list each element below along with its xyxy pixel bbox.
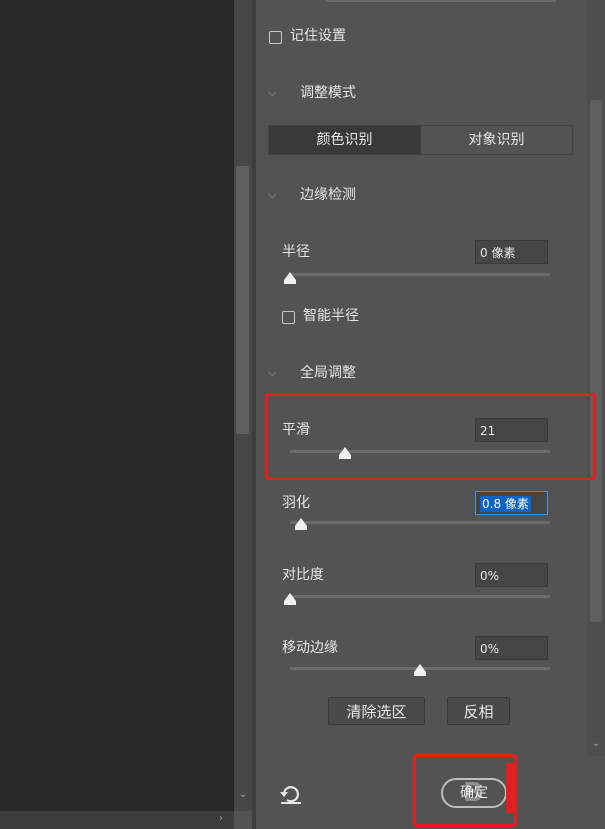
- radius-slider-knob-base[interactable]: [284, 280, 296, 284]
- feather-slider-knob-base[interactable]: [295, 526, 307, 530]
- clear-selection-button[interactable]: 清除选区: [328, 697, 425, 725]
- chevron-down-icon[interactable]: ⌵: [268, 186, 276, 204]
- feather-label: 羽化: [282, 495, 310, 511]
- radius-slider-track[interactable]: [290, 273, 550, 276]
- smart-radius-checkbox[interactable]: [282, 311, 295, 324]
- shift-edge-input[interactable]: 0%: [475, 636, 548, 660]
- reset-icon[interactable]: [279, 784, 303, 806]
- chevron-down-icon[interactable]: ⌵: [268, 84, 276, 102]
- scroll-right-arrow-icon[interactable]: ›: [214, 813, 228, 827]
- highlight-box-ok: [413, 754, 517, 827]
- panel-scroll-thumb[interactable]: [590, 100, 602, 622]
- panel-divider: [252, 0, 256, 829]
- radius-label: 半径: [282, 244, 310, 260]
- radius-input[interactable]: 0 像素: [475, 240, 548, 264]
- remember-settings-label: 记住设置: [290, 28, 346, 44]
- contrast-label: 对比度: [282, 567, 324, 583]
- smart-radius-label: 智能半径: [303, 308, 359, 324]
- section-title-edge-detection[interactable]: 边缘检测: [300, 186, 356, 204]
- radius-slider-knob[interactable]: [284, 272, 296, 280]
- segment-color-aware[interactable]: 颜色识别: [269, 126, 420, 154]
- segment-object-aware[interactable]: 对象识别: [420, 126, 572, 154]
- shift-edge-slider-knob-base[interactable]: [414, 672, 426, 676]
- chevron-down-icon[interactable]: ⌵: [268, 364, 276, 382]
- canvas-horizontal-scrollbar[interactable]: [0, 811, 234, 829]
- section-title-global-refine[interactable]: 全局调整: [300, 364, 356, 382]
- remember-settings-checkbox[interactable]: [269, 31, 282, 44]
- feather-selected-value: 0.8 像素: [480, 496, 531, 512]
- invert-button[interactable]: 反相: [447, 697, 510, 725]
- contrast-slider-knob-base[interactable]: [284, 601, 296, 605]
- canvas-scroll-thumb[interactable]: [236, 166, 249, 434]
- contrast-slider-track[interactable]: [290, 595, 550, 598]
- highlight-box-smooth: [265, 393, 596, 480]
- feather-input[interactable]: 0.8 像素: [475, 491, 548, 515]
- adjust-mode-segmented-control[interactable]: 颜色识别 对象识别: [268, 125, 573, 155]
- scroll-down-arrow-icon[interactable]: ⌄: [236, 789, 250, 803]
- scroll-down-arrow-icon[interactable]: ⌄: [589, 738, 603, 752]
- contrast-input[interactable]: 0%: [475, 563, 548, 587]
- feather-slider-knob[interactable]: [295, 518, 307, 526]
- canvas-area[interactable]: [0, 0, 234, 829]
- feather-slider-track[interactable]: [290, 521, 550, 524]
- shift-edge-label: 移动边缘: [282, 640, 338, 656]
- section-title-adjust-mode[interactable]: 调整模式: [300, 84, 356, 102]
- top-divider: [326, 0, 556, 2]
- shift-edge-slider-knob[interactable]: [414, 664, 426, 672]
- contrast-slider-knob[interactable]: [284, 593, 296, 601]
